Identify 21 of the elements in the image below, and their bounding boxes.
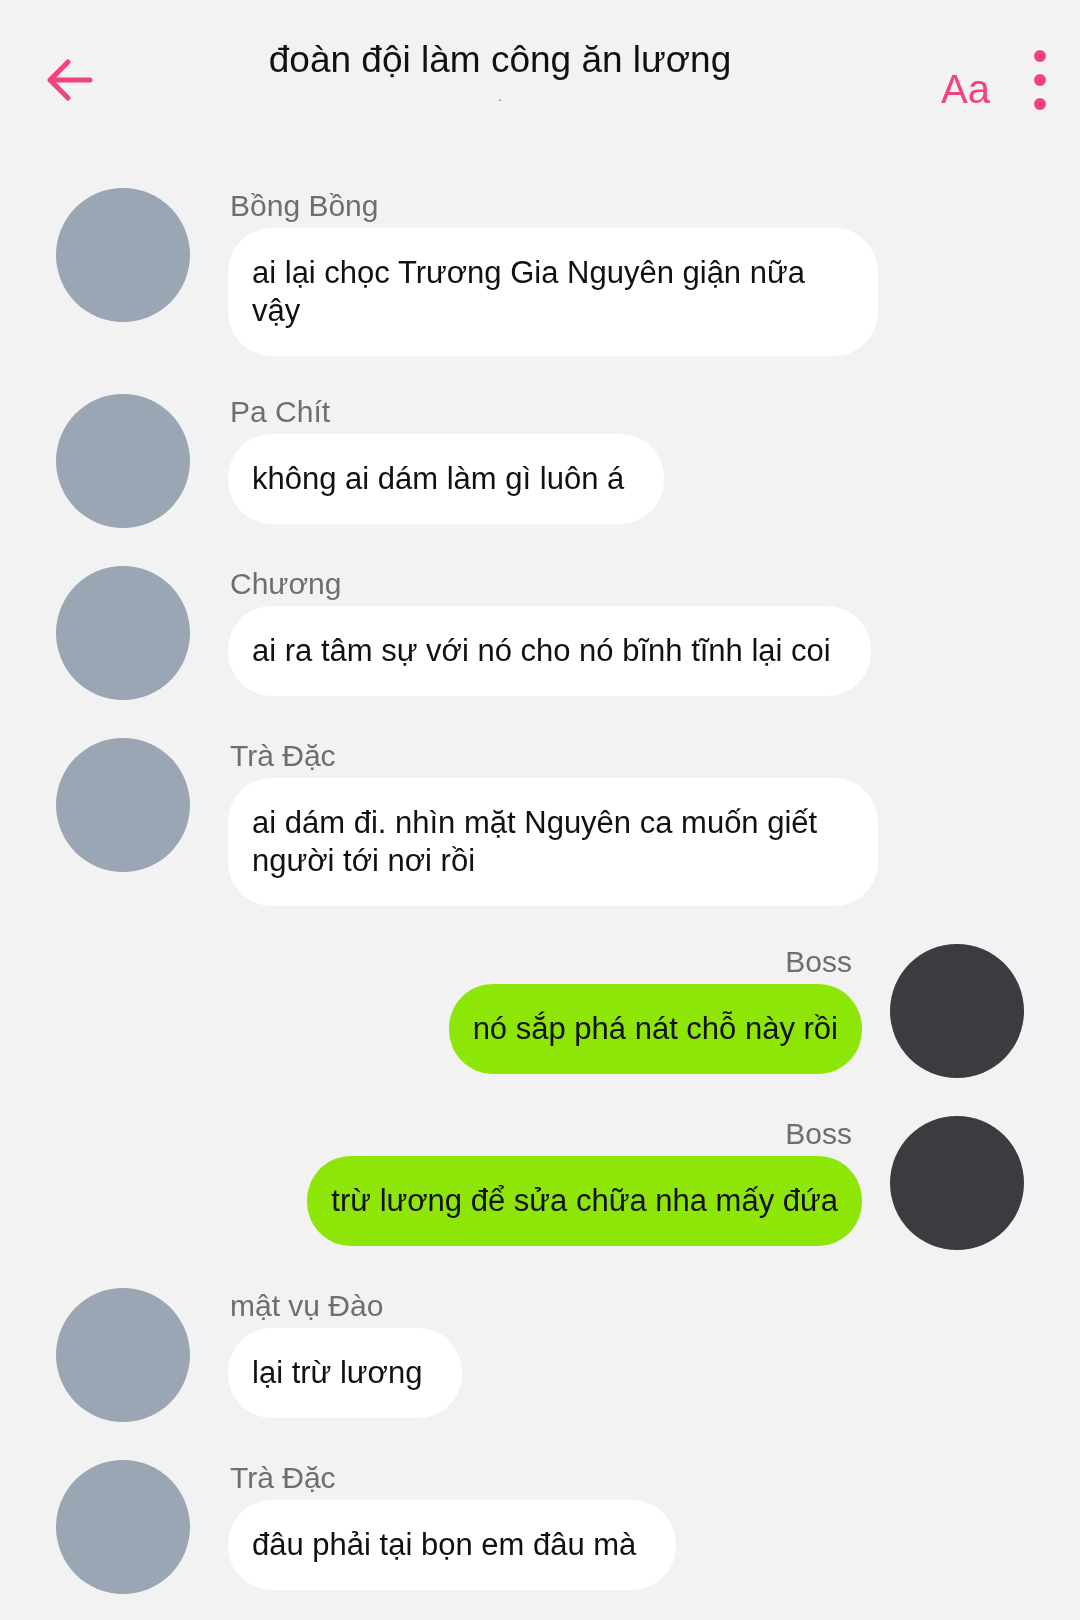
sender-name: Boss <box>785 1116 852 1152</box>
message-bubble: ai dám đi. nhìn mặt Nguyên ca muốn giết người tới nơi rồi <box>228 778 878 906</box>
message-bubble: trừ lương để sửa chữa nha mấy đứa <box>307 1156 862 1246</box>
sender-name: Bồng Bồng <box>230 188 379 224</box>
sender-name: Trà Đặc <box>230 1460 336 1496</box>
more-menu-button[interactable] <box>1033 49 1047 111</box>
chat-title: đoàn đội làm công ăn lương <box>268 39 732 81</box>
message-bubble: nó sắp phá nát chỗ này rồi <box>448 984 862 1074</box>
message-bubble: không ai dám làm gì luôn á <box>228 434 665 524</box>
sender-name: Pa Chít <box>230 394 331 430</box>
sender-name: mật vụ Đào <box>230 1288 384 1324</box>
more-icon <box>1033 49 1047 111</box>
message-bubble: lại trừ lương <box>228 1328 463 1418</box>
message-bubble: đâu phải tại bọn em đâu mà <box>228 1500 677 1590</box>
message-bubble: ai lại chọc Trương Gia Nguyên giận nữa vậy <box>228 228 878 356</box>
chat-subtitle: . <box>498 89 502 103</box>
sender-name: Boss <box>785 944 852 980</box>
font-size-button[interactable]: Aa <box>941 66 990 112</box>
sender-name: Chương <box>230 566 342 602</box>
message-bubble: ai ra tâm sự với nó cho nó bĩnh tĩnh lại coi <box>228 606 871 696</box>
sender-name: Trà Đặc <box>230 738 336 774</box>
